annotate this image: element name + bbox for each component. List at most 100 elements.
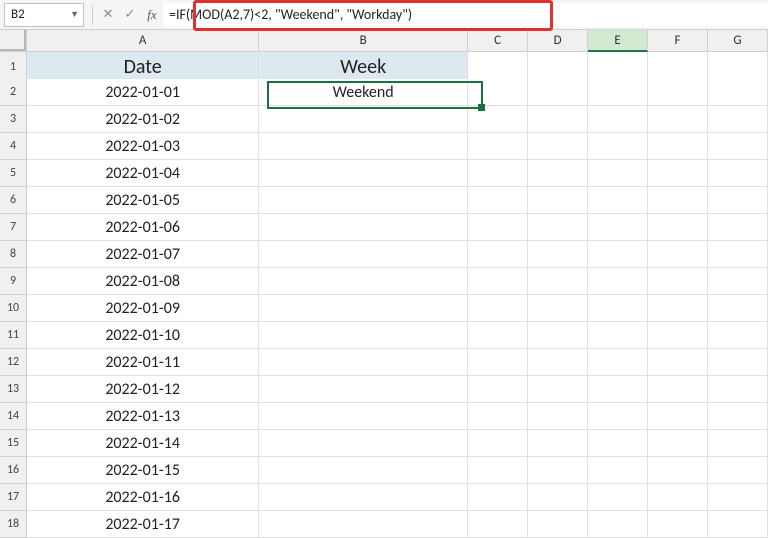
cell-D1[interactable] [528,52,588,82]
cell-E1[interactable] [588,52,648,82]
cell-C8[interactable] [468,241,528,268]
row-header-11[interactable]: 11 [0,322,27,349]
cell-B16[interactable] [259,457,468,484]
cell-D14[interactable] [528,403,588,430]
cell-B2[interactable]: Weekend [259,79,468,106]
cell-E5[interactable] [588,160,648,187]
cell-A1[interactable]: Date [27,52,259,82]
row-header-16[interactable]: 16 [0,457,27,484]
cell-G18[interactable] [708,511,768,538]
cell-F15[interactable] [648,430,708,457]
cell-G12[interactable] [708,349,768,376]
cell-C12[interactable] [468,349,528,376]
cell-D18[interactable] [528,511,588,538]
row-header-6[interactable]: 6 [0,187,27,214]
name-box[interactable]: B2 ▼ [4,3,84,27]
cell-C5[interactable] [468,160,528,187]
cell-B10[interactable] [259,295,468,322]
cell-B11[interactable] [259,322,468,349]
cell-B6[interactable] [259,187,468,214]
cell-A4[interactable]: 2022-01-03 [27,133,259,160]
cell-F5[interactable] [648,160,708,187]
cell-E2[interactable] [588,79,648,106]
cell-A16[interactable]: 2022-01-15 [27,457,259,484]
cell-F18[interactable] [648,511,708,538]
fx-icon[interactable]: fx [141,7,163,23]
cell-A2[interactable]: 2022-01-01 [27,79,259,106]
row-header-15[interactable]: 15 [0,430,27,457]
cell-B18[interactable] [259,511,468,538]
cell-G9[interactable] [708,268,768,295]
cell-D12[interactable] [528,349,588,376]
cell-C18[interactable] [468,511,528,538]
cell-F7[interactable] [648,214,708,241]
cell-B13[interactable] [259,376,468,403]
cell-A11[interactable]: 2022-01-10 [27,322,259,349]
cell-A13[interactable]: 2022-01-12 [27,376,259,403]
cell-G13[interactable] [708,376,768,403]
cell-G10[interactable] [708,295,768,322]
cell-F14[interactable] [648,403,708,430]
cell-A5[interactable]: 2022-01-04 [27,160,259,187]
row-header-12[interactable]: 12 [0,349,27,376]
cell-C1[interactable] [468,52,528,82]
cell-D6[interactable] [528,187,588,214]
cell-A10[interactable]: 2022-01-09 [27,295,259,322]
cell-C11[interactable] [468,322,528,349]
cell-B4[interactable] [259,133,468,160]
cell-D16[interactable] [528,457,588,484]
cell-B15[interactable] [259,430,468,457]
formula-input[interactable]: =IF(MOD(A2,7)<2, "Weekend", "Workday") [163,3,768,27]
cell-B5[interactable] [259,160,468,187]
cell-C7[interactable] [468,214,528,241]
cell-E10[interactable] [588,295,648,322]
cell-A6[interactable]: 2022-01-05 [27,187,259,214]
cell-D5[interactable] [528,160,588,187]
select-all-corner[interactable] [0,30,27,51]
row-header-1[interactable]: 1 [0,52,27,82]
cell-F4[interactable] [648,133,708,160]
cell-G16[interactable] [708,457,768,484]
cell-D9[interactable] [528,268,588,295]
row-header-7[interactable]: 7 [0,214,27,241]
cell-B8[interactable] [259,241,468,268]
row-header-18[interactable]: 18 [0,511,27,538]
cell-C4[interactable] [468,133,528,160]
cell-F16[interactable] [648,457,708,484]
cell-E7[interactable] [588,214,648,241]
cell-G1[interactable] [708,52,768,82]
cell-F17[interactable] [648,484,708,511]
cell-A17[interactable]: 2022-01-16 [27,484,259,511]
row-header-10[interactable]: 10 [0,295,27,322]
cell-G15[interactable] [708,430,768,457]
cell-C13[interactable] [468,376,528,403]
row-header-17[interactable]: 17 [0,484,27,511]
cell-D17[interactable] [528,484,588,511]
cell-D3[interactable] [528,106,588,133]
row-header-8[interactable]: 8 [0,241,27,268]
cell-G8[interactable] [708,241,768,268]
cell-B9[interactable] [259,268,468,295]
row-header-14[interactable]: 14 [0,403,27,430]
col-header-A[interactable]: A [27,30,259,51]
cell-C17[interactable] [468,484,528,511]
cell-B3[interactable] [259,106,468,133]
cell-E17[interactable] [588,484,648,511]
cell-E13[interactable] [588,376,648,403]
cell-F13[interactable] [648,376,708,403]
cell-D10[interactable] [528,295,588,322]
cell-F2[interactable] [648,79,708,106]
cell-G7[interactable] [708,214,768,241]
cell-A8[interactable]: 2022-01-07 [27,241,259,268]
cell-C16[interactable] [468,457,528,484]
cell-G17[interactable] [708,484,768,511]
row-header-13[interactable]: 13 [0,376,27,403]
cell-C14[interactable] [468,403,528,430]
col-header-G[interactable]: G [708,30,768,51]
cell-A14[interactable]: 2022-01-13 [27,403,259,430]
cell-B12[interactable] [259,349,468,376]
cell-G5[interactable] [708,160,768,187]
cell-E12[interactable] [588,349,648,376]
cell-C15[interactable] [468,430,528,457]
row-header-4[interactable]: 4 [0,133,27,160]
